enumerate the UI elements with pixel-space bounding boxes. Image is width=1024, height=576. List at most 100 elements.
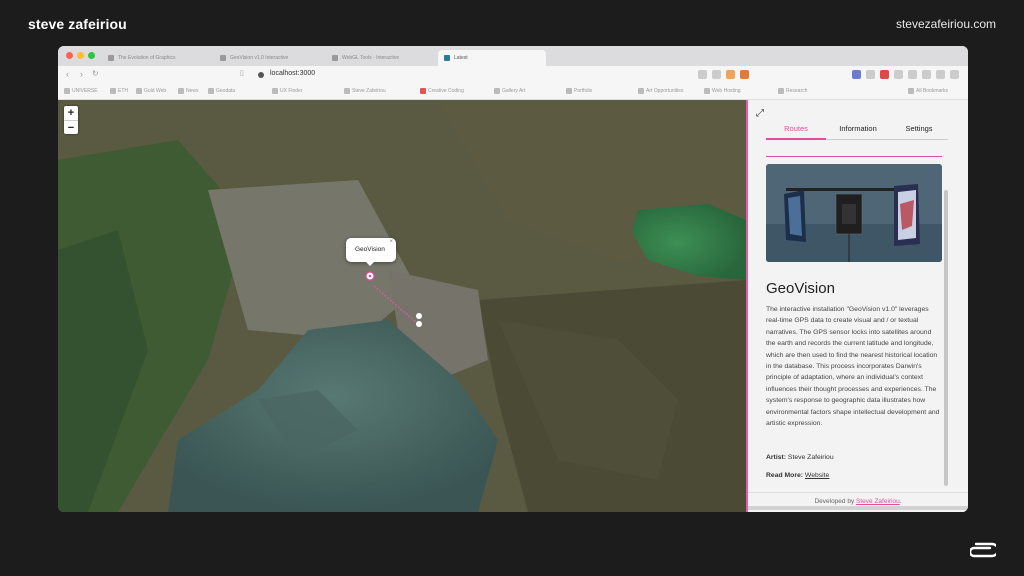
bookmark-item[interactable]: Geodata — [208, 88, 235, 94]
bookmark-favicon-icon — [208, 88, 214, 94]
browser-tab[interactable]: WebGL Tools - Interactive — [326, 50, 434, 66]
project-title: GeoVision — [766, 280, 835, 297]
bookmark-favicon-icon — [136, 88, 142, 94]
read-more-line: Read More: Website — [766, 472, 829, 479]
artist-name: Steve Zafeiriou — [787, 454, 834, 461]
map-popup: GeoVision × — [346, 238, 396, 266]
side-panel: ⤢ Routes Information Settings GeoVision … — [746, 100, 968, 512]
bookmark-favicon-icon — [178, 88, 184, 94]
bookmark-item[interactable]: News — [178, 88, 199, 94]
bookmark-item[interactable]: ETH — [110, 88, 128, 94]
tab-favicon-icon — [220, 55, 226, 61]
extension-icon[interactable] — [698, 70, 707, 79]
maximize-window-icon[interactable] — [88, 52, 95, 59]
installation-image — [766, 164, 942, 262]
extension-icon[interactable] — [740, 70, 749, 79]
browser-tab[interactable]: The Evolution of Graphics — [102, 50, 210, 66]
horizontal-scrollbar[interactable] — [748, 506, 968, 510]
tab-information[interactable]: Information — [828, 124, 888, 133]
bookmark-item[interactable]: Creative Coding — [420, 88, 464, 94]
minimize-window-icon[interactable] — [77, 52, 84, 59]
bookmark-favicon-icon — [778, 88, 784, 94]
website-link[interactable]: Website — [805, 472, 829, 479]
extension-icon[interactable] — [908, 70, 917, 79]
satellite-map[interactable]: + − GeoVision × — [58, 100, 746, 512]
browser-tab-active[interactable]: Latest — [438, 50, 546, 66]
bookmark-item[interactable]: UNIVERSE — [64, 88, 98, 94]
bookmark-favicon-icon — [638, 88, 644, 94]
site-info-icon[interactable] — [258, 72, 264, 78]
bookmark-icon[interactable]: ▯ — [240, 69, 244, 77]
read-more-label: Read More: — [766, 472, 804, 479]
tab-favicon-icon — [444, 55, 450, 61]
browser-tabbar: The Evolution of Graphics GeoVision v1.0… — [58, 46, 968, 66]
bookmark-favicon-icon — [272, 88, 278, 94]
popup-title: GeoVision — [355, 246, 385, 253]
author-website: stevezafeiriou.com — [895, 17, 996, 31]
extension-icon[interactable] — [922, 70, 931, 79]
bookmark-favicon-icon — [420, 88, 426, 94]
divider — [766, 156, 942, 157]
folder-icon — [908, 88, 914, 94]
url-field[interactable]: localhost:3000 — [270, 70, 315, 77]
bookmark-favicon-icon — [704, 88, 710, 94]
extension-icon[interactable] — [866, 70, 875, 79]
forward-icon[interactable]: › — [80, 69, 83, 79]
bookmark-item[interactable]: Web Hosting — [704, 88, 741, 94]
route-start-marker-icon[interactable] — [365, 271, 375, 281]
bookmarks-bar: UNIVERSE ETH Gold Web News Geodata UX Fi… — [58, 84, 968, 100]
tab-favicon-icon — [108, 55, 114, 61]
zoom-out-button[interactable]: − — [64, 120, 78, 134]
bookmark-item[interactable]: Gold Web — [136, 88, 166, 94]
bookmark-favicon-icon — [566, 88, 572, 94]
browser-window: The Evolution of Graphics GeoVision v1.0… — [58, 46, 968, 512]
bookmark-item[interactable]: Gallery Art — [494, 88, 525, 94]
zoom-control: + − — [64, 106, 78, 134]
extension-icon[interactable] — [712, 70, 721, 79]
artist-label: Artist: — [766, 454, 787, 461]
zoom-in-button[interactable]: + — [64, 106, 78, 120]
bookmark-item[interactable]: UX Finder — [272, 88, 303, 94]
bookmark-favicon-icon — [344, 88, 350, 94]
address-bar: ‹ › ↻ ▯ localhost:3000 — [58, 66, 968, 84]
footer-prefix: Developed by — [814, 498, 855, 505]
vertical-scrollbar[interactable] — [944, 190, 948, 486]
tab-settings[interactable]: Settings — [890, 124, 948, 133]
footer-author-link[interactable]: Steve Zafeiriou — [856, 498, 900, 505]
bookmark-item[interactable]: Portfolio — [566, 88, 592, 94]
extension-icon[interactable] — [880, 70, 889, 79]
app-content: + − GeoVision × ⤢ Routes Information Set… — [58, 100, 968, 512]
panel-scroll-area[interactable]: GeoVision The interactive installation "… — [766, 144, 942, 486]
menu-icon[interactable] — [950, 70, 959, 79]
tab-favicon-icon — [332, 55, 338, 61]
bookmark-item[interactable]: Art Opportunities — [638, 88, 684, 94]
extension-icon[interactable] — [936, 70, 945, 79]
satellite-imagery — [58, 100, 746, 512]
browser-tab[interactable]: GeoVision v1.0 Interactive — [214, 50, 322, 66]
bookmark-item[interactable]: Research — [778, 88, 807, 94]
author-name: steve zafeiriou — [28, 16, 127, 32]
extension-icon[interactable] — [894, 70, 903, 79]
brand-logo-icon — [970, 542, 996, 558]
reload-icon[interactable]: ↻ — [92, 69, 99, 78]
extension-icon[interactable] — [726, 70, 735, 79]
presentation-slide: steve zafeiriou stevezafeiriou.com The E… — [0, 0, 1024, 576]
bookmark-favicon-icon — [110, 88, 116, 94]
installation-photo — [766, 164, 942, 262]
active-tab-indicator — [766, 138, 826, 140]
footer-suffix: . — [899, 498, 902, 505]
window-controls — [66, 52, 95, 59]
bookmark-item[interactable]: Steve Zafeiriou — [344, 88, 386, 94]
extension-icon[interactable] — [852, 70, 861, 79]
tab-routes[interactable]: Routes — [766, 124, 826, 133]
close-window-icon[interactable] — [66, 52, 73, 59]
bookmark-favicon-icon — [64, 88, 70, 94]
project-description: The interactive installation "GeoVision … — [766, 306, 940, 428]
popup-tip — [366, 262, 374, 266]
close-icon[interactable]: × — [389, 239, 393, 245]
back-icon[interactable]: ‹ — [66, 69, 69, 79]
bookmark-favicon-icon — [494, 88, 500, 94]
expand-icon[interactable]: ⤢ — [756, 108, 764, 119]
artist-line: Artist: Steve Zafeiriou — [766, 454, 834, 461]
all-bookmarks[interactable]: All Bookmarks — [908, 88, 948, 94]
